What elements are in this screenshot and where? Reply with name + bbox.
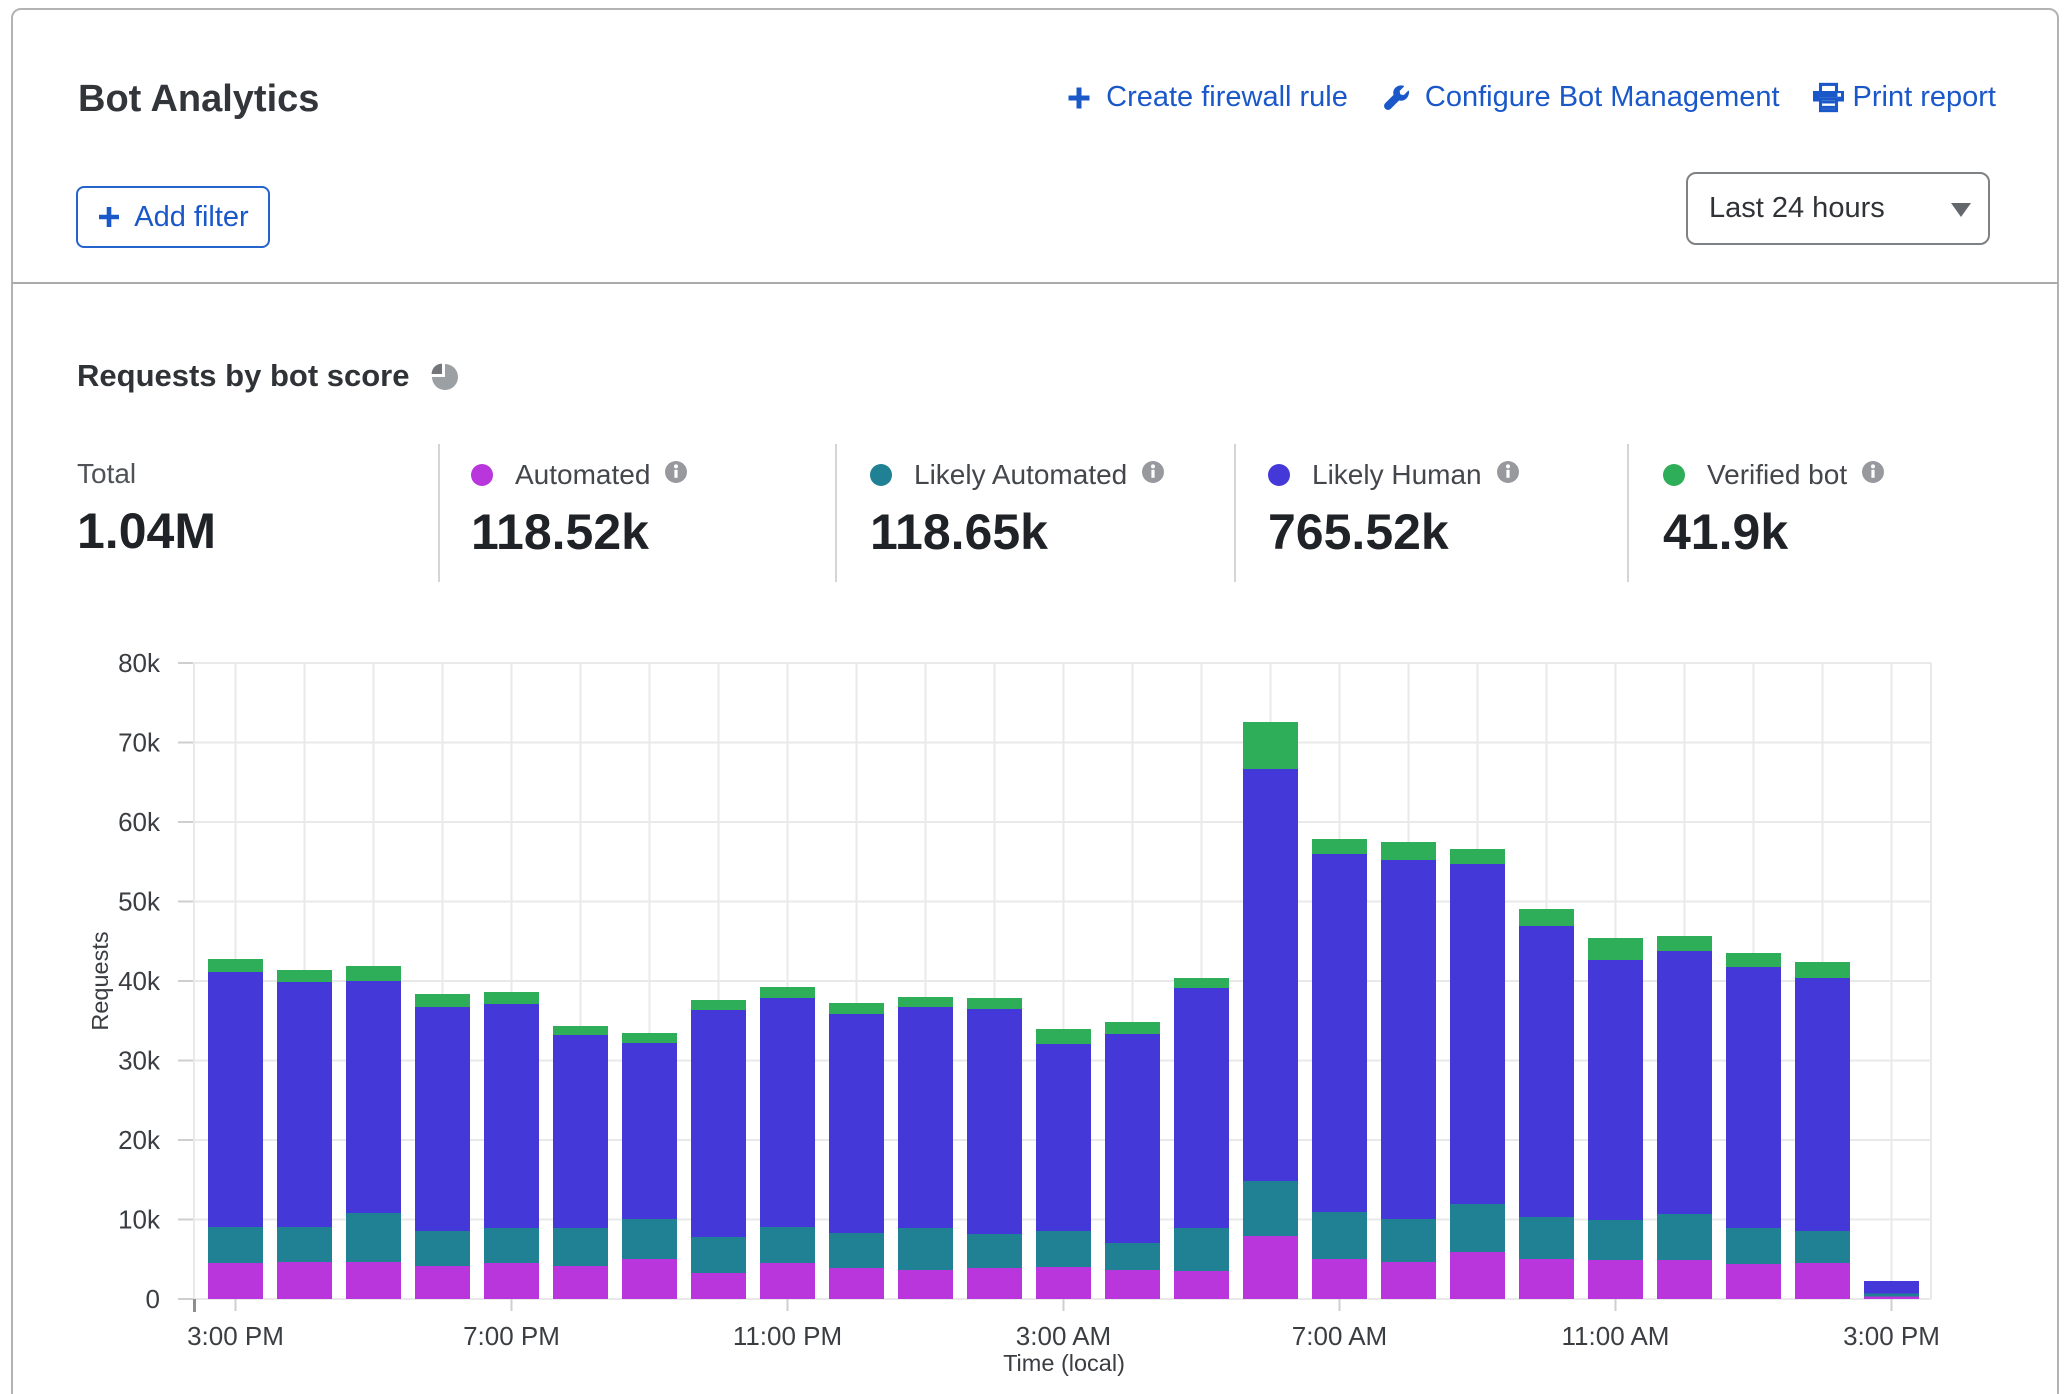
svg-text:20k: 20k <box>118 1125 161 1155</box>
svg-text:30k: 30k <box>118 1046 161 1076</box>
svg-text:11:00 AM: 11:00 AM <box>1562 1321 1670 1351</box>
svg-text:11:00 PM: 11:00 PM <box>733 1321 842 1351</box>
svg-text:50k: 50k <box>118 887 161 917</box>
svg-text:40k: 40k <box>118 966 161 996</box>
svg-text:70k: 70k <box>118 728 161 758</box>
svg-text:7:00 AM: 7:00 AM <box>1292 1321 1387 1351</box>
svg-text:7:00 PM: 7:00 PM <box>463 1321 560 1351</box>
svg-text:3:00 PM: 3:00 PM <box>187 1321 284 1351</box>
svg-text:0: 0 <box>146 1284 160 1314</box>
svg-text:80k: 80k <box>118 648 161 678</box>
svg-text:Time (local): Time (local) <box>1003 1350 1125 1376</box>
svg-text:Requests: Requests <box>87 931 113 1030</box>
svg-text:3:00 AM: 3:00 AM <box>1016 1321 1111 1351</box>
svg-text:60k: 60k <box>118 807 161 837</box>
svg-text:3:00 PM: 3:00 PM <box>1843 1321 1940 1351</box>
svg-text:10k: 10k <box>118 1205 161 1235</box>
